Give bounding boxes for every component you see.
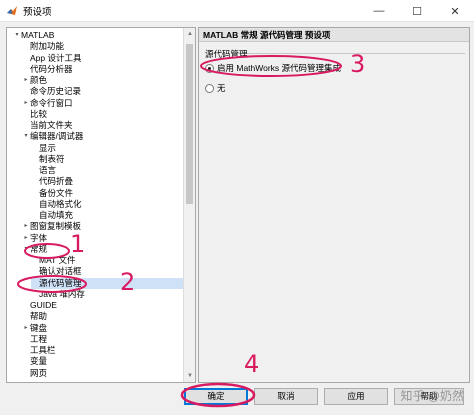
tree-item[interactable]: ▸ 字体 xyxy=(22,233,47,244)
tree-item-label: 备份文件 xyxy=(39,187,74,198)
scroll-down-icon[interactable]: ▼ xyxy=(184,370,195,382)
tree-item-label: 常规 xyxy=(30,243,48,254)
matlab-logo-icon xyxy=(7,5,17,15)
tree-item-label: 帮助 xyxy=(30,311,48,322)
settings-pane: MATLAB 常规 源代码管理 预设项 源代码管理 启用 MathWorks 源… xyxy=(198,27,470,383)
tree-item[interactable]: 命令历史记录 xyxy=(22,86,81,97)
tree-item[interactable]: 自动填充 xyxy=(31,210,73,221)
tree-item-label: 字体 xyxy=(30,232,48,243)
annotation-number-3: 3 xyxy=(350,50,366,78)
tree-item[interactable]: App 设计工具 xyxy=(22,53,82,64)
pane-header: MATLAB 常规 源代码管理 预设项 xyxy=(199,28,469,42)
tree-item-label: 代码折叠 xyxy=(39,176,74,187)
option-mathworks-integration[interactable]: 启用 MathWorks 源代码管理集成 xyxy=(205,62,341,74)
collapsed-icon[interactable]: ▸ xyxy=(22,221,30,232)
tree-item-label: 网页 xyxy=(30,367,48,378)
tree-item-label: 键盘 xyxy=(30,322,48,333)
tree-item-label: 编辑器/调试器 xyxy=(30,131,84,142)
window-title: 预设项 xyxy=(23,6,52,18)
collapsed-icon[interactable]: ▸ xyxy=(22,323,30,334)
tree-item[interactable]: ▸ 颜色 xyxy=(22,75,47,86)
tree-item[interactable]: 工程 xyxy=(22,334,47,345)
tree-item-label: 自动格式化 xyxy=(39,198,82,209)
tree-item[interactable]: 代码分析器 xyxy=(22,64,73,75)
tree-item[interactable]: 比较 xyxy=(22,109,47,120)
tree-item[interactable]: 自动格式化 xyxy=(31,199,82,210)
tree-item[interactable]: 语言 xyxy=(31,165,56,176)
annotation-number-1: 1 xyxy=(70,230,86,258)
tree-item[interactable]: 源代码管理 xyxy=(31,277,183,289)
preferences-tree-pane: ▾ MATLAB 附加功能 App 设计工具 代码分析器 ▸ 颜色 命令历史记录 ▸ 命令行窗口比… xyxy=(6,27,196,383)
ok-button[interactable]: 确定 xyxy=(184,388,248,405)
tree-item-label: 比较 xyxy=(30,108,48,119)
tree-item[interactable]: ▾ 常规 xyxy=(22,244,47,255)
tree-item-label: 当前文件夹 xyxy=(30,120,73,130)
group-label: 源代码管理 xyxy=(205,49,248,59)
expanded-icon[interactable]: ▾ xyxy=(13,30,21,41)
tree-item-label: 语言 xyxy=(39,165,57,175)
option-none[interactable]: 无 xyxy=(205,82,226,94)
apply-button[interactable]: 应用 xyxy=(324,388,388,405)
tree-item[interactable]: 显示 xyxy=(31,143,56,154)
maximize-button[interactable]: ☐ xyxy=(398,0,436,22)
close-button[interactable]: ✕ xyxy=(436,0,474,22)
tree-item[interactable]: 代码折叠 xyxy=(31,176,73,187)
tree-item[interactable]: 帮助 xyxy=(22,311,47,322)
tree-item-label: 代码分析器 xyxy=(30,63,73,74)
tree-scrollbar[interactable]: ▲ ▼ xyxy=(183,28,195,382)
tree-item[interactable]: 制表符 xyxy=(31,154,65,165)
tree-item-label: 附加功能 xyxy=(30,41,65,52)
tree-item-label: Java 堆内存 xyxy=(39,288,85,299)
collapsed-icon[interactable]: ▸ xyxy=(22,98,30,109)
tree-item[interactable]: GUIDE xyxy=(22,300,57,311)
tree-item-label: 工程 xyxy=(30,333,48,344)
radio-unchecked-icon[interactable] xyxy=(205,83,214,93)
tree-item[interactable]: 备份文件 xyxy=(31,188,73,199)
annotation-number-2: 2 xyxy=(120,268,136,296)
tree-item-label: 源代码管理 xyxy=(39,277,82,288)
tree-item-label: 工具栏 xyxy=(30,345,56,355)
tree-item[interactable]: ▾ 编辑器/调试器 xyxy=(22,131,83,142)
tree-item[interactable]: ▸ 命令行窗口 xyxy=(22,97,73,109)
tree-item[interactable]: Java 堆内存 xyxy=(31,289,85,300)
tree-item[interactable]: 当前文件夹 xyxy=(22,120,73,131)
minimize-button[interactable]: — xyxy=(360,0,398,22)
tree-item-label: 制表符 xyxy=(39,153,65,164)
tree-item[interactable]: 变量 xyxy=(22,356,47,367)
option-label: 无 xyxy=(217,83,226,93)
expanded-icon[interactable]: ▾ xyxy=(22,131,30,142)
tree-item-label: 命令行窗口 xyxy=(30,97,73,108)
tree-item[interactable]: 附加功能 xyxy=(22,41,64,52)
tree-item-label: 命令历史记录 xyxy=(30,86,82,97)
tree-item[interactable]: ▾ MATLAB xyxy=(13,30,54,41)
tree-item[interactable]: ▸ 键盘 xyxy=(22,323,47,334)
collapsed-icon[interactable]: ▸ xyxy=(22,75,30,86)
tree-item[interactable]: MAT 文件 xyxy=(31,255,76,266)
tree-item-label: 变量 xyxy=(30,356,48,367)
collapsed-icon[interactable]: ▸ xyxy=(22,233,30,244)
tree-item-label: 颜色 xyxy=(30,75,48,85)
tree-item-label: App 设计工具 xyxy=(30,52,82,63)
watermark: 知乎 @奶然 xyxy=(400,389,464,403)
tree-item-label: 自动填充 xyxy=(39,210,74,220)
cancel-button[interactable]: 取消 xyxy=(254,388,318,405)
tree-item-label: GUIDE xyxy=(30,300,57,310)
annotation-number-4: 4 xyxy=(244,350,260,378)
option-label: 启用 MathWorks 源代码管理集成 xyxy=(217,63,342,73)
tree-item[interactable]: 网页 xyxy=(22,368,47,379)
tree-item[interactable]: 确认对话框 xyxy=(31,266,82,277)
expanded-icon[interactable]: ▾ xyxy=(22,244,30,255)
tree-item-label: 显示 xyxy=(39,142,57,153)
radio-checked-icon[interactable] xyxy=(205,63,214,73)
scroll-thumb[interactable] xyxy=(186,44,193,204)
tree-item-label: MATLAB xyxy=(21,30,55,40)
tree-item[interactable]: 工具栏 xyxy=(22,345,56,356)
tree-item-label: 确认对话框 xyxy=(39,266,82,277)
title-bar: 预设项 — ☐ ✕ xyxy=(0,0,474,22)
scroll-up-icon[interactable]: ▲ xyxy=(184,28,195,40)
